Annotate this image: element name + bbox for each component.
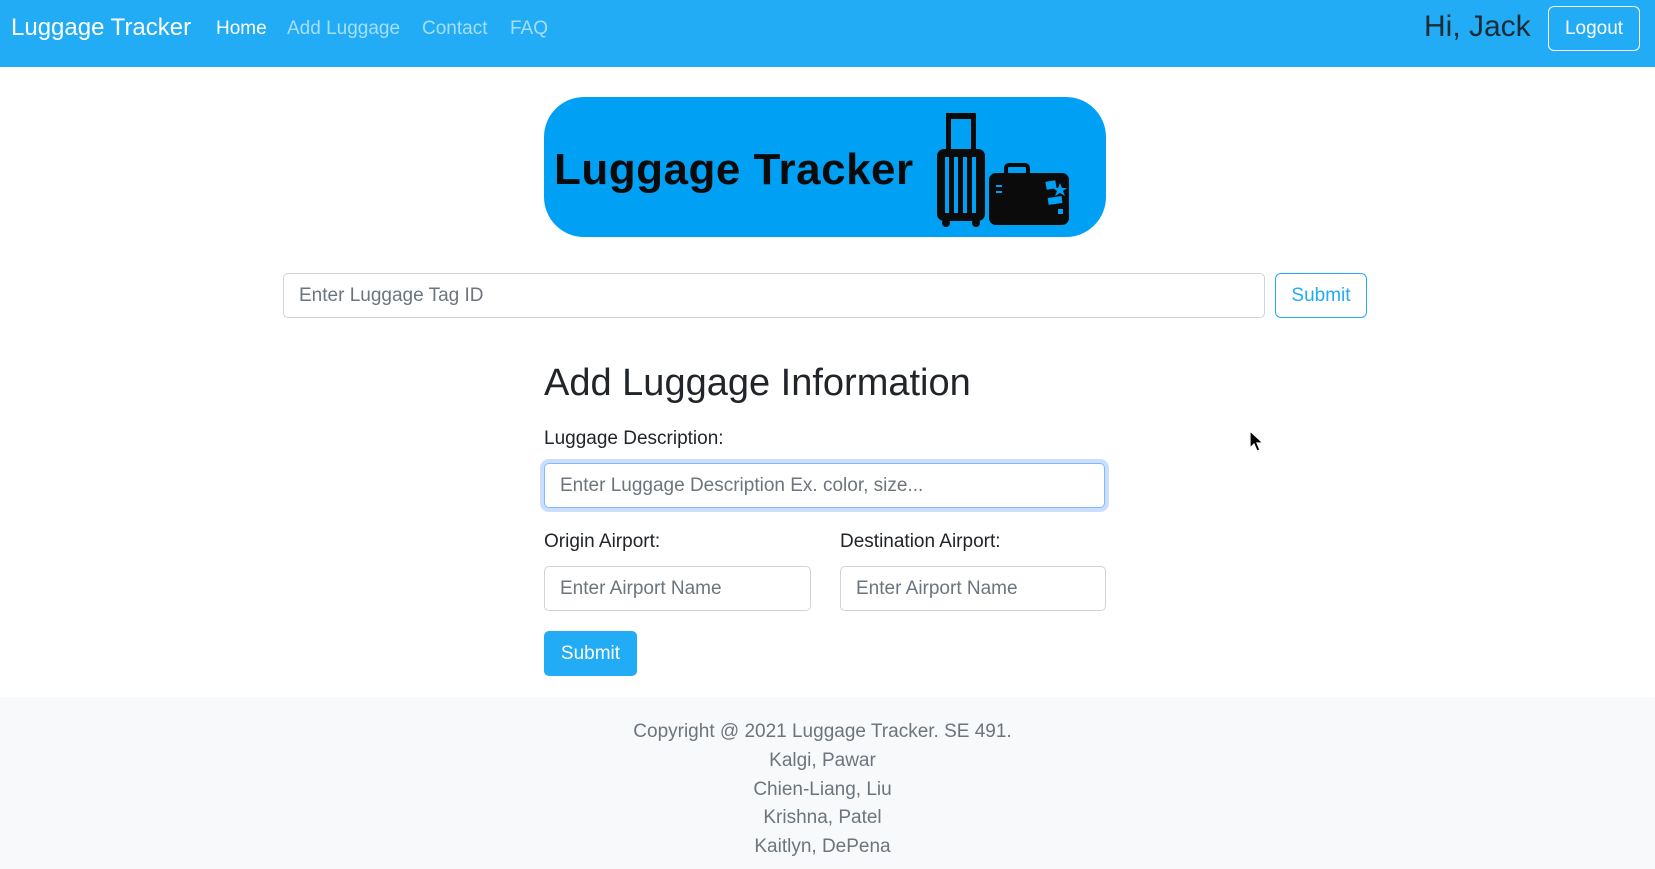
footer-author: Kaitlyn, DePena: [754, 836, 891, 857]
luggage-description-input[interactable]: [544, 463, 1105, 508]
footer: Copyright @ 2021 Luggage Tracker. SE 491…: [0, 697, 1655, 869]
nav-link-faq[interactable]: FAQ: [510, 18, 548, 40]
form-title: Add Luggage Information: [544, 362, 971, 404]
description-label: Luggage Description:: [544, 428, 724, 449]
footer-author: Krishna, Patel: [763, 807, 882, 828]
user-greeting: Hi, Jack: [1424, 10, 1531, 43]
origin-airport-input[interactable]: [544, 566, 811, 611]
add-luggage-submit-button[interactable]: Submit: [544, 631, 637, 676]
logo-banner: Luggage Tracker: [544, 97, 1106, 237]
mouse-cursor-icon: [1249, 430, 1265, 452]
banner-title: Luggage Tracker: [554, 145, 914, 194]
footer-copyright: Copyright @ 2021 Luggage Tracker. SE 491…: [633, 721, 1012, 742]
luggage-icon: [937, 113, 1069, 227]
tag-submit-button[interactable]: Submit: [1275, 273, 1367, 318]
navbar-brand[interactable]: Luggage Tracker: [11, 14, 191, 42]
footer-author: Chien-Liang, Liu: [753, 779, 892, 800]
luggage-tag-input[interactable]: [283, 273, 1265, 318]
origin-airport-label: Origin Airport:: [544, 531, 661, 552]
nav-link-contact[interactable]: Contact: [422, 18, 487, 40]
logout-button[interactable]: Logout: [1548, 6, 1640, 51]
destination-airport-input[interactable]: [840, 566, 1106, 611]
nav-link-home[interactable]: Home: [216, 18, 267, 40]
destination-airport-label: Destination Airport:: [840, 531, 1001, 552]
footer-author: Kalgi, Pawar: [769, 750, 876, 771]
nav-link-add-luggage[interactable]: Add Luggage: [287, 18, 400, 40]
top-navbar: Luggage Tracker Home Add Luggage Contact…: [0, 0, 1655, 67]
